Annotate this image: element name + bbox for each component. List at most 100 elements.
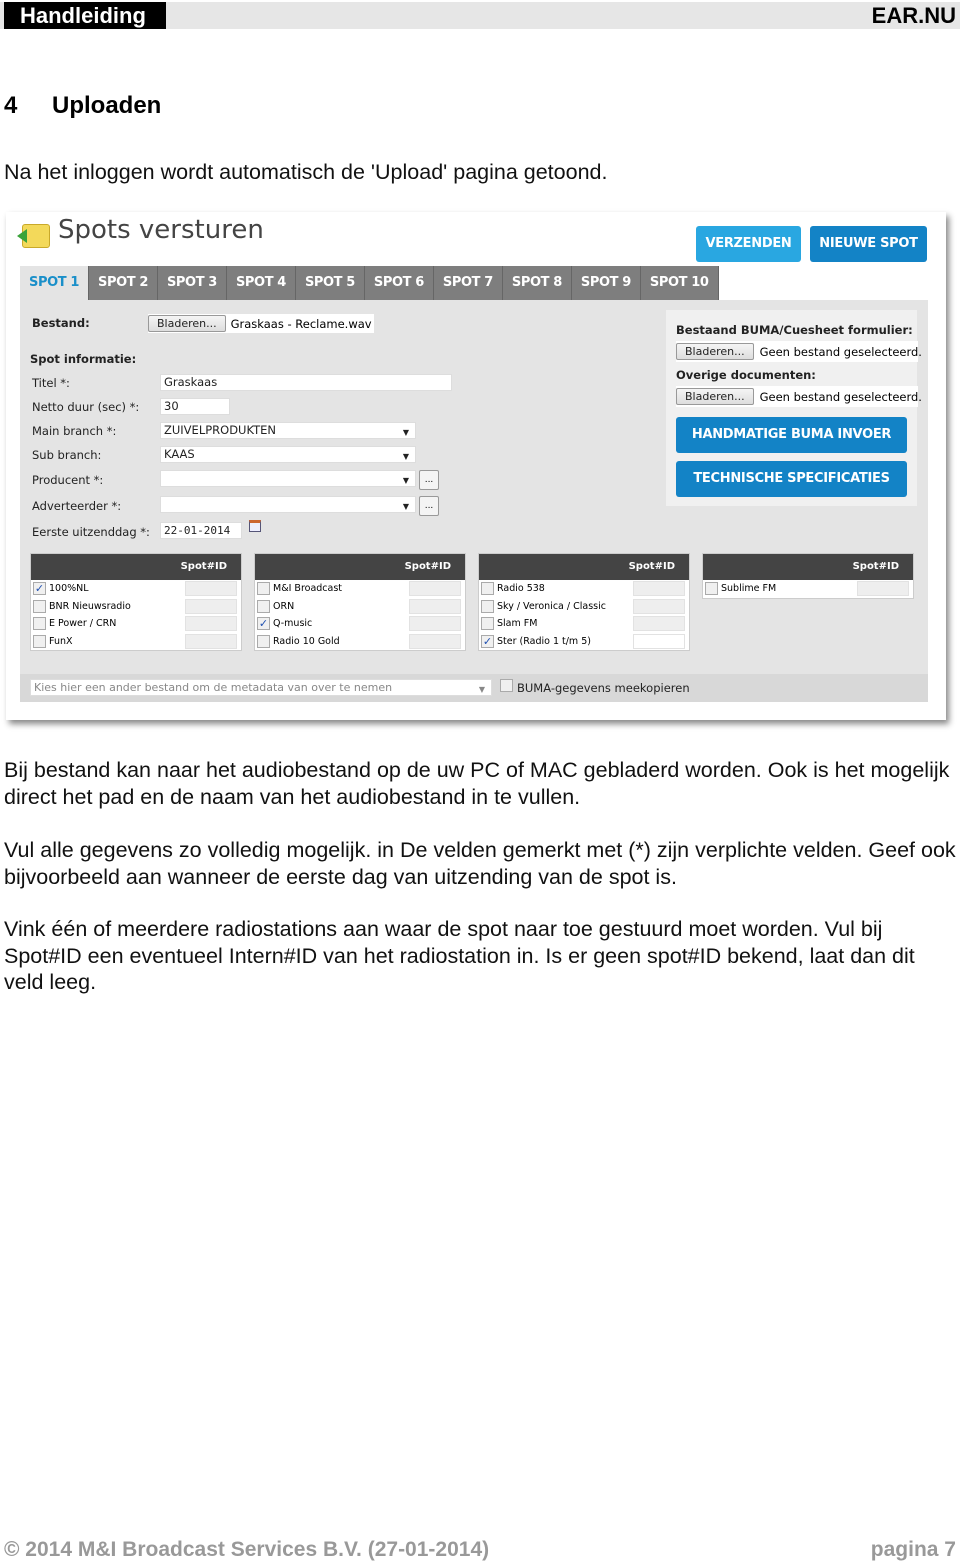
main-branch-select[interactable]: ZUIVELPRODUKTEN [160, 422, 416, 440]
sub-branch-select[interactable]: KAAS [160, 446, 416, 464]
adverteerder-select[interactable] [160, 496, 416, 514]
section-heading: 4 Uploaden [4, 92, 161, 120]
send-button[interactable]: VERZENDEN [696, 226, 801, 262]
station-checkbox[interactable] [257, 599, 270, 613]
station-name: FunX [49, 635, 73, 647]
producent-select[interactable] [160, 470, 416, 488]
spot-id-input[interactable] [633, 616, 685, 631]
station-checkbox[interactable] [481, 582, 494, 596]
station-checkbox[interactable] [481, 617, 494, 631]
tab-spot-5[interactable]: SPOT 5 [296, 266, 365, 300]
docs-label: Overige documenten: [676, 368, 816, 382]
header-brand: EAR.NU [871, 3, 956, 28]
bestand-file-input[interactable]: Bladeren... Graskaas - Reclame.wav [148, 314, 374, 333]
producent-more-button[interactable]: ... [419, 470, 439, 490]
station-table: Spot#ID Radio 538 Sky / Veronica / Classic… [478, 553, 690, 651]
station-name: Sky / Veronica / Classic [497, 600, 606, 612]
station-checkbox[interactable] [33, 617, 46, 631]
station-name: Sublime FM [721, 583, 777, 595]
station-name: Slam FM [497, 618, 538, 630]
spot-id-header: Spot#ID [255, 554, 465, 580]
station-checkbox[interactable] [33, 599, 46, 613]
buma-file-value: Geen bestand geselecteerd. [759, 344, 922, 359]
station-checkbox[interactable] [705, 582, 718, 596]
station-table: Spot#ID Sublime FM [702, 553, 914, 599]
spot-id-input[interactable] [185, 616, 237, 631]
station-checkbox[interactable] [481, 599, 494, 613]
bestand-label: Bestand: [32, 316, 90, 330]
tab-spot-1[interactable]: SPOT 1 [20, 266, 89, 300]
spot-id-header: Spot#ID [703, 554, 913, 580]
docs-file-input[interactable]: Bladeren... Geen bestand geselecteerd. [676, 386, 922, 407]
header-title: Handleiding [4, 2, 166, 29]
main-branch-label: Main branch *: [32, 424, 117, 438]
sub-branch-label: Sub branch: [32, 448, 102, 462]
app-title: Spots versturen [58, 215, 264, 245]
spot-id-input[interactable] [409, 598, 461, 614]
station-row: ✓ Q-music [255, 615, 465, 633]
station-checkbox[interactable] [257, 634, 270, 648]
station-checkbox[interactable]: ✓ [257, 617, 270, 631]
station-name: 100%NL [49, 583, 89, 595]
station-name: Radio 538 [497, 583, 545, 595]
metadata-select[interactable]: Kies hier een ander bestand om de metada… [30, 679, 492, 697]
buma-label: Bestaand BUMA/Cuesheet formulier: [676, 323, 913, 337]
spot-id-input[interactable] [185, 598, 237, 614]
station-row: ✓ 100%NL [31, 580, 241, 598]
duur-input[interactable]: 30 [160, 398, 230, 415]
tech-specs-button[interactable]: TECHNISCHE SPECIFICATIES [676, 461, 907, 497]
spot-id-input[interactable] [185, 633, 237, 649]
station-row: Sky / Veronica / Classic [479, 598, 689, 616]
station-checkbox[interactable]: ✓ [33, 582, 46, 596]
section-title: Uploaden [52, 92, 162, 119]
spot-id-input[interactable] [857, 581, 909, 596]
section-number: 4 [4, 92, 18, 119]
spot-id-input[interactable] [409, 616, 461, 631]
tab-spot-8[interactable]: SPOT 8 [503, 266, 572, 300]
spot-id-input[interactable] [185, 581, 237, 596]
station-checkbox[interactable] [33, 634, 46, 648]
spot-id-input[interactable] [633, 598, 685, 614]
buma-file-input[interactable]: Bladeren... Geen bestand geselecteerd. [676, 341, 922, 362]
station-row: FunX [31, 633, 241, 651]
duur-label: Netto duur (sec) *: [32, 400, 140, 414]
form-panel: Bestand: Bladeren... Graskaas - Reclame.w… [20, 300, 928, 702]
station-row: BNR Nieuwsradio [31, 598, 241, 616]
manual-buma-button[interactable]: HANDMATIGE BUMA INVOER [676, 417, 907, 453]
station-checkbox[interactable] [257, 582, 270, 596]
intro-text: Na het inloggen wordt automatisch de 'Up… [4, 160, 608, 184]
new-spot-button[interactable]: NIEUWE SPOT [810, 226, 927, 262]
spot-id-input[interactable] [409, 633, 461, 649]
paragraph-3: Vink één of meerdere radiostations aan w… [4, 917, 915, 994]
spot-id-input[interactable] [633, 581, 685, 596]
spot-id-input[interactable] [409, 581, 461, 596]
uitzenddag-input[interactable]: 22-01-2014 [160, 522, 242, 539]
spot-info-heading: Spot informatie: [30, 352, 137, 366]
station-table: Spot#ID M&I Broadcast ORN ✓ Q-music Radio 10 … [254, 553, 466, 651]
tab-spot-3[interactable]: SPOT 3 [158, 266, 227, 300]
spot-id-input[interactable] [633, 633, 685, 649]
adverteerder-more-button[interactable]: ... [419, 496, 439, 516]
calendar-icon[interactable] [249, 520, 261, 532]
metadata-bar: Kies hier een ander bestand om de metada… [20, 674, 928, 702]
tab-spot-6[interactable]: SPOT 6 [365, 266, 434, 300]
station-name: E Power / CRN [49, 618, 117, 630]
paragraph-1: Bij bestand kan naar het audiobestand op… [4, 758, 950, 809]
spot-id-header: Spot#ID [479, 554, 689, 580]
tab-spot-9[interactable]: SPOT 9 [572, 266, 641, 300]
station-name: ORN [273, 600, 295, 612]
tab-spot-2[interactable]: SPOT 2 [89, 266, 158, 300]
docs-browse-button[interactable]: Bladeren... [676, 388, 754, 405]
titel-input[interactable]: Graskaas [160, 374, 452, 391]
app-screenshot: Spots versturen VERZENDEN NIEUWE SPOT SP… [6, 212, 946, 720]
station-checkbox[interactable]: ✓ [481, 634, 494, 648]
tab-spot-7[interactable]: SPOT 7 [434, 266, 503, 300]
station-name: BNR Nieuwsradio [49, 600, 131, 612]
buma-browse-button[interactable]: Bladeren... [676, 343, 754, 360]
docs-file-value: Geen bestand geselecteerd. [759, 389, 922, 404]
adverteerder-label: Adverteerder *: [32, 499, 122, 513]
bestand-browse-button[interactable]: Bladeren... [148, 315, 226, 332]
buma-copy-checkbox[interactable] [500, 679, 513, 692]
tab-spot-10[interactable]: SPOT 10 [641, 266, 719, 300]
tab-spot-4[interactable]: SPOT 4 [227, 266, 296, 300]
